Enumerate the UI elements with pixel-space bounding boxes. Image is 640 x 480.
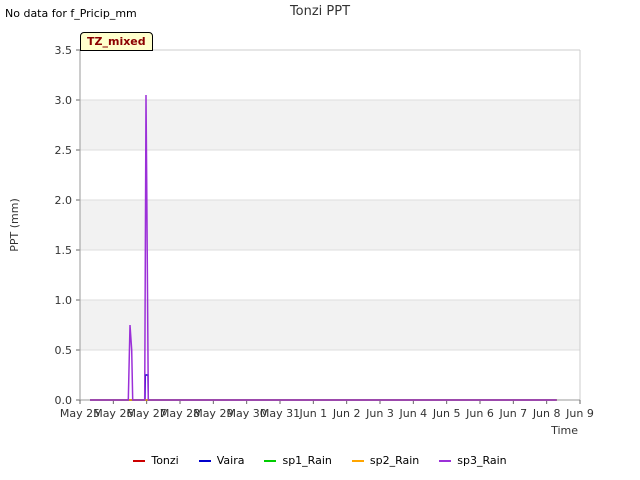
legend-swatch-sp3-rain <box>439 459 452 462</box>
chart-title: Tonzi PPT <box>289 4 351 19</box>
y-tick-label: 3.0 <box>55 94 73 107</box>
y-tick-label: 1.0 <box>55 294 73 307</box>
legend-swatch-sp1-rain <box>264 459 277 462</box>
legend-item-tonzi: Tonzi <box>133 454 179 467</box>
chart-canvas: 0.00.51.01.52.02.53.03.5May 25May 26May … <box>8 44 594 437</box>
chart-legend: Tonzi Vaira sp1_Rain sp2_Rain sp3_Rain <box>0 454 640 467</box>
y-tick-label: 2.0 <box>55 194 73 207</box>
legend-item-vaira: Vaira <box>198 454 245 467</box>
legend-item-sp2-rain: sp2_Rain <box>351 454 420 467</box>
legend-label-sp1-rain: sp1_Rain <box>282 454 332 467</box>
legend-label-vaira: Vaira <box>216 454 245 467</box>
legend-item-sp1-rain: sp1_Rain <box>264 454 332 467</box>
x-tick-label: Jun 2 <box>332 407 361 420</box>
x-tick-label: Jun 6 <box>465 407 494 420</box>
grid-band <box>80 100 580 150</box>
legend-swatch-sp2-rain <box>351 459 364 462</box>
x-tick-label: Jun 1 <box>298 407 327 420</box>
legend-swatch-vaira <box>198 459 211 462</box>
x-axis-label: Time <box>550 424 578 437</box>
site-badge: TZ_mixed <box>80 32 153 51</box>
y-tick-label: 0.0 <box>55 394 73 407</box>
legend-swatch-tonzi <box>133 459 146 462</box>
legend-label-tonzi: Tonzi <box>151 454 179 467</box>
y-tick-label: 3.5 <box>55 44 73 57</box>
x-tick-label: Jun 7 <box>498 407 527 420</box>
y-tick-label: 2.5 <box>55 144 73 157</box>
legend-item-sp3-rain: sp3_Rain <box>439 454 507 467</box>
x-tick-label: Jun 3 <box>365 407 394 420</box>
x-tick-label: Jun 4 <box>398 407 427 420</box>
y-tick-label: 1.5 <box>55 244 73 257</box>
grid-band <box>80 300 580 350</box>
legend-label-sp2-rain: sp2_Rain <box>369 454 420 467</box>
x-tick-label: Jun 8 <box>532 407 561 420</box>
y-tick-label: 0.5 <box>55 344 73 357</box>
x-tick-label: Jun 9 <box>565 407 594 420</box>
grid-band <box>80 200 580 250</box>
x-tick-label: May 31 <box>260 407 300 420</box>
x-tick-label: Jun 5 <box>432 407 461 420</box>
legend-label-sp3-rain: sp3_Rain <box>457 454 507 467</box>
y-axis-label: PPT (mm) <box>8 198 21 252</box>
